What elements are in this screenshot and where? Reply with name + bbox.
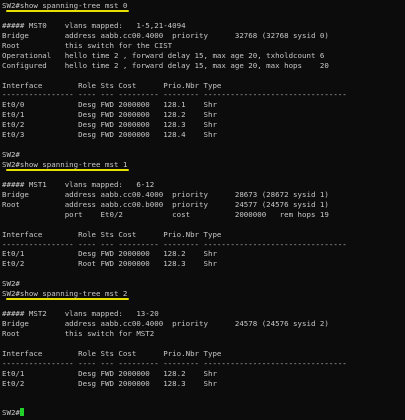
table-row: Et0/3 Desg FWD 2000000 128.4 Shr	[2, 130, 217, 140]
output-line: port Et0/2 cost 2000000 rem hops 19	[2, 209, 329, 219]
mst-header-line: ##### MST0 vlans mapped: 1-5,21-4094	[2, 20, 186, 30]
output-line: Root this switch for the CIST	[2, 40, 173, 50]
table-row: Et0/1 Desg FWD 2000000 128.2 Shr	[2, 249, 217, 259]
table-header-line: Interface Role Sts Cost Prio.Nbr Type	[2, 229, 222, 239]
prompt-line: SW2#	[2, 150, 20, 160]
highlight-underline	[6, 297, 130, 300]
output-line: Root address aabb.cc00.b000 priority 245…	[2, 199, 329, 209]
terminal-window[interactable]: SW2#show spanning-tree mst 0 ##### MST0 v…	[0, 0, 405, 420]
highlight-underline	[6, 168, 130, 171]
output-line: Bridge address aabb.cc00.4000 priority 2…	[2, 319, 329, 328]
output-line: Operational hello time 2 , forward delay…	[2, 50, 325, 60]
mst-header-line: ##### MST2 vlans mapped: 13-20	[2, 309, 159, 319]
table-divider-line: ---------------- ---- --- --------- ----…	[2, 90, 347, 100]
table-row: Et0/1 Desg FWD 2000000 128.2 Shr	[2, 110, 217, 120]
output-line: Bridge address aabb.cc00.4000 priority 2…	[2, 189, 329, 199]
table-header-line: Interface Role Sts Cost Prio.Nbr Type	[2, 348, 222, 358]
table-header-line: Interface Role Sts Cost Prio.Nbr Type	[2, 80, 222, 90]
table-divider-line: ---------------- ---- --- --------- ----…	[2, 358, 347, 368]
output-line: Root this switch for MST2	[2, 328, 155, 338]
mst-header-line: ##### MST1 vlans mapped: 6-12	[2, 179, 155, 189]
table-row: Et0/1 Desg FWD 2000000 128.2 Shr	[2, 368, 217, 378]
prompt-line: SW2#	[2, 408, 405, 418]
prompt-line: SW2#	[2, 279, 20, 289]
table-divider-line: ---------------- ---- --- --------- ----…	[2, 239, 347, 249]
output-line: Bridge address aabb.cc00.4000 priority 3…	[2, 30, 329, 40]
output-line: Configured hello time 2 , forward delay …	[2, 60, 329, 70]
table-row: Et0/0 Desg FWD 2000000 128.1 Shr	[2, 100, 217, 110]
highlight-underline	[6, 9, 130, 12]
table-row: Et0/2 Desg FWD 2000000 128.3 Shr	[2, 120, 217, 130]
cursor	[19, 408, 24, 417]
table-row: Et0/2 Desg FWD 2000000 128.3 Shr	[2, 378, 217, 388]
table-row: Et0/2 Root FWD 2000000 128.3 Shr	[2, 259, 217, 269]
